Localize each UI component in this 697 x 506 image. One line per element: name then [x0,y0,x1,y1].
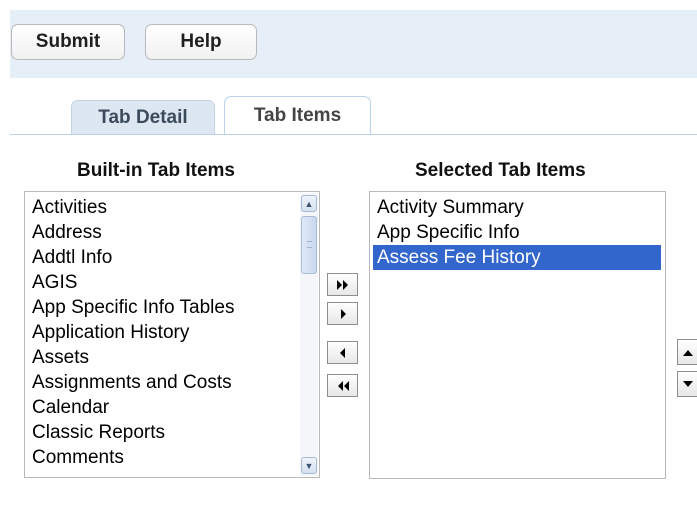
tab-divider [10,134,697,135]
list-item[interactable]: Assignments and Costs [25,370,319,395]
builtin-listbox[interactable]: Activities Address Addtl Info AGIS App S… [24,191,320,478]
tab-items[interactable]: Tab Items [224,96,371,135]
tab-detail[interactable]: Tab Detail [71,100,215,134]
selected-heading: Selected Tab Items [415,160,586,181]
list-item[interactable]: App Specific Info Tables [25,295,319,320]
list-item[interactable]: Application History [25,320,319,345]
list-item[interactable]: App Specific Info [370,220,665,245]
move-right-button[interactable] [327,302,358,325]
scroll-down-icon[interactable]: ▼ [301,457,317,474]
list-item[interactable]: Classic Reports [25,420,319,445]
submit-button[interactable]: Submit [11,24,125,60]
move-all-right-button[interactable] [327,273,358,296]
selected-items: Activity Summary App Specific Info Asses… [370,192,665,270]
move-all-left-icon [337,380,349,391]
help-button[interactable]: Help [145,24,257,60]
list-item[interactable]: Comments [25,445,319,470]
move-left-icon [339,347,345,358]
move-right-icon [340,308,346,319]
scroll-up-icon[interactable]: ▲ [301,195,317,212]
move-all-right-icon [336,279,348,290]
move-all-left-button[interactable] [327,374,358,397]
toolbar: Submit Help [10,10,697,78]
list-item-selected[interactable]: Assess Fee History [373,245,661,270]
list-item[interactable]: Address [25,220,319,245]
grip-icon [307,241,312,248]
list-item[interactable]: Activities [25,195,319,220]
builtin-scrollbar[interactable]: ▲ ▼ [300,193,318,476]
move-up-button[interactable] [677,339,697,365]
move-up-icon [682,349,693,356]
list-item[interactable]: Activity Summary [370,195,665,220]
list-item[interactable]: Calendar [25,395,319,420]
list-item[interactable]: Addtl Info [25,245,319,270]
selected-listbox[interactable]: Activity Summary App Specific Info Asses… [369,191,666,479]
builtin-items: Activities Address Addtl Info AGIS App S… [25,192,319,470]
list-item[interactable]: AGIS [25,270,319,295]
scroll-thumb[interactable] [301,216,317,274]
move-down-button[interactable] [677,371,697,397]
builtin-heading: Built-in Tab Items [77,160,235,181]
move-left-button[interactable] [327,341,358,364]
move-down-icon [682,380,693,387]
list-item[interactable]: Assets [25,345,319,370]
